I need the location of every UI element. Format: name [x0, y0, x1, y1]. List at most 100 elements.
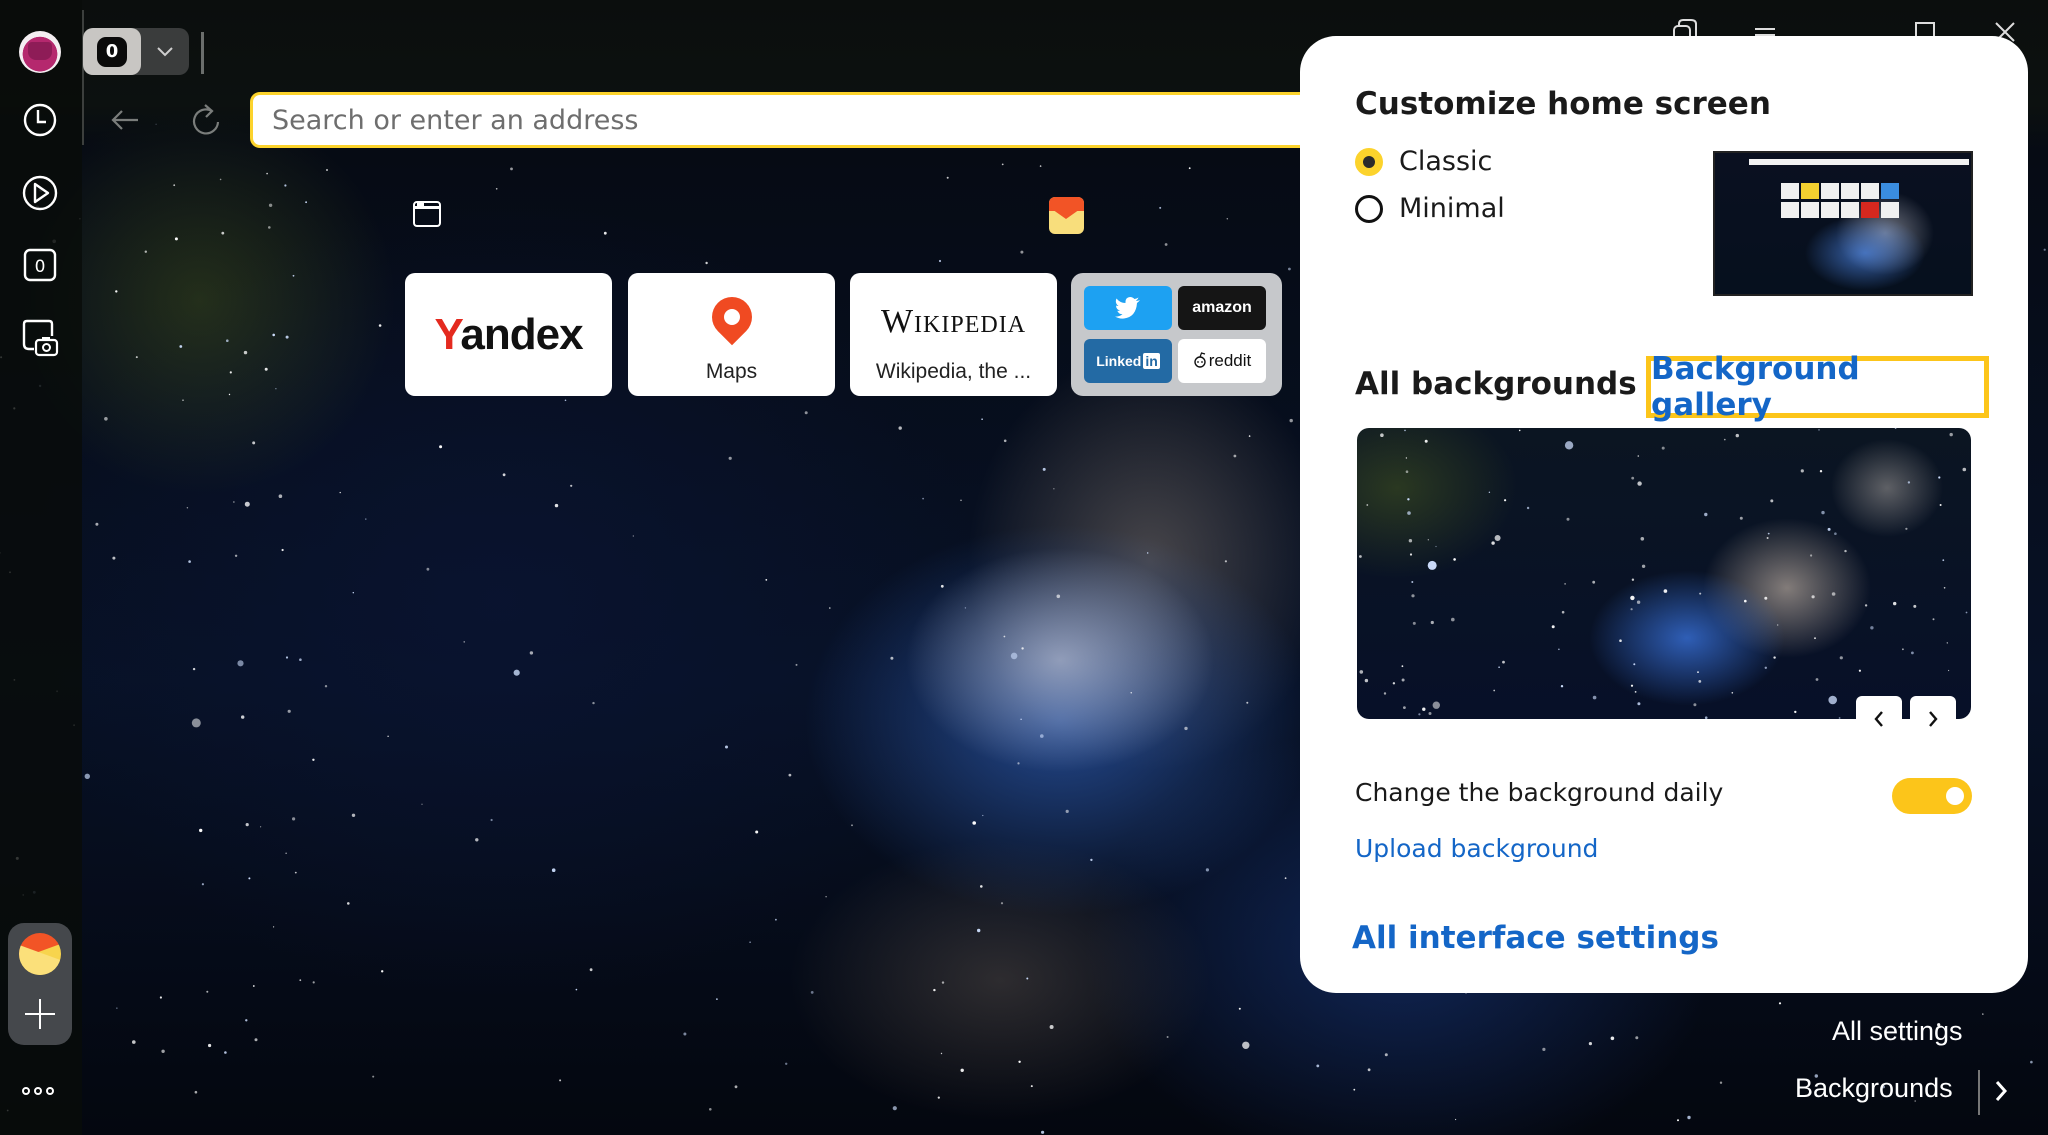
tabs-switcher[interactable]: 0 — [83, 28, 189, 75]
star — [1704, 512, 1708, 517]
star — [1020, 250, 1024, 254]
star — [1491, 541, 1495, 545]
carousel-prev-button[interactable] — [1856, 696, 1902, 742]
history-button[interactable] — [20, 100, 60, 140]
star — [1838, 717, 1841, 719]
star — [1405, 470, 1409, 473]
tab-counter-button[interactable]: 0 — [20, 245, 60, 285]
star — [372, 1075, 375, 1078]
bottom-divider — [1978, 1070, 1980, 1115]
star — [1767, 532, 1770, 535]
tab-count-badge[interactable]: 0 — [83, 28, 141, 75]
all-settings-button[interactable]: All settings — [1832, 1016, 1963, 1047]
star — [161, 1049, 165, 1054]
star — [1453, 558, 1456, 561]
media-button[interactable] — [20, 173, 60, 213]
star — [1042, 467, 1046, 471]
star — [381, 970, 384, 973]
tile-linkedin[interactable]: Linked in — [1084, 339, 1172, 383]
star — [1392, 682, 1396, 685]
tile-twitter[interactable] — [1084, 286, 1172, 330]
chevron-down-icon[interactable] — [147, 40, 183, 64]
star — [1687, 1115, 1691, 1120]
yandex-mail-icon[interactable] — [19, 933, 61, 975]
tile-yandex[interactable]: Yandex — [405, 273, 612, 396]
star — [1383, 692, 1387, 695]
window-icon[interactable] — [413, 201, 441, 227]
backgrounds-button[interactable]: Backgrounds — [1795, 1073, 1953, 1104]
star — [937, 1096, 940, 1099]
star — [775, 918, 777, 921]
screenshot-button[interactable] — [20, 318, 60, 358]
radio-unchecked-icon[interactable] — [1355, 194, 1383, 223]
star — [1428, 712, 1432, 715]
mail-icon[interactable] — [1049, 197, 1084, 234]
star — [245, 823, 249, 827]
star — [208, 1043, 212, 1048]
star — [326, 169, 328, 171]
back-button[interactable] — [105, 100, 145, 140]
tile-maps[interactable]: Maps — [628, 273, 835, 396]
star — [1905, 527, 1908, 530]
star — [173, 184, 176, 187]
star — [1564, 583, 1566, 585]
reload-button[interactable] — [186, 100, 226, 140]
carousel-next-button[interactable] — [1910, 696, 1956, 742]
tile-group[interactable]: amazon Linked in reddit — [1071, 273, 1282, 396]
upload-background-link[interactable]: Upload background — [1355, 834, 1598, 863]
change-daily-toggle[interactable] — [1892, 778, 1972, 814]
star — [287, 709, 291, 713]
star — [1913, 604, 1917, 608]
add-app-button[interactable] — [25, 999, 55, 1029]
star — [1834, 532, 1837, 535]
tile-reddit[interactable]: reddit — [1178, 339, 1266, 383]
toggle-knob — [1946, 787, 1964, 805]
star — [1566, 517, 1570, 521]
star — [252, 985, 255, 987]
radio-checked-icon[interactable] — [1355, 147, 1383, 176]
star — [1405, 457, 1408, 459]
star — [285, 335, 289, 339]
star — [1894, 428, 1897, 429]
star — [1938, 476, 1941, 479]
svg-text:0: 0 — [35, 257, 46, 277]
star — [1053, 488, 1055, 490]
star — [1418, 713, 1421, 716]
tile-amazon[interactable]: amazon — [1178, 286, 1266, 330]
star — [1631, 578, 1635, 581]
star — [439, 445, 443, 449]
star — [946, 176, 949, 179]
star — [1619, 639, 1622, 642]
layout-option-classic[interactable]: Classic — [1355, 146, 1492, 177]
star — [982, 814, 984, 817]
layout-option-minimal[interactable]: Minimal — [1355, 193, 1505, 224]
star — [972, 821, 976, 825]
star — [716, 998, 718, 1000]
star — [1965, 611, 1968, 614]
more-dots-icon[interactable] — [22, 1087, 62, 1099]
star — [1408, 539, 1413, 543]
background-preview[interactable] — [1357, 428, 1971, 719]
star — [1367, 1068, 1371, 1072]
star — [1184, 726, 1188, 731]
star — [977, 928, 981, 933]
avatar[interactable] — [19, 31, 61, 73]
star — [159, 996, 162, 999]
address-input[interactable] — [272, 104, 1317, 136]
tile-wikipedia[interactable]: Wikipedia Wikipedia, the ... — [850, 273, 1057, 396]
background-gallery-link[interactable]: Background gallery — [1646, 351, 1989, 423]
yandex-logo: Yandex — [434, 309, 583, 359]
star — [243, 350, 248, 355]
tab-counter-icon: 0 — [23, 248, 57, 282]
chevron-right-icon[interactable] — [1988, 1074, 2014, 1108]
star — [890, 656, 894, 660]
reload-icon — [192, 104, 220, 135]
address-bar[interactable] — [250, 92, 1320, 148]
star — [964, 607, 967, 609]
star — [1943, 587, 1946, 589]
all-interface-settings-link[interactable]: All interface settings — [1352, 920, 1719, 956]
star — [254, 1038, 258, 1042]
star — [1948, 669, 1950, 672]
star — [365, 518, 367, 520]
star — [1677, 1119, 1679, 1122]
